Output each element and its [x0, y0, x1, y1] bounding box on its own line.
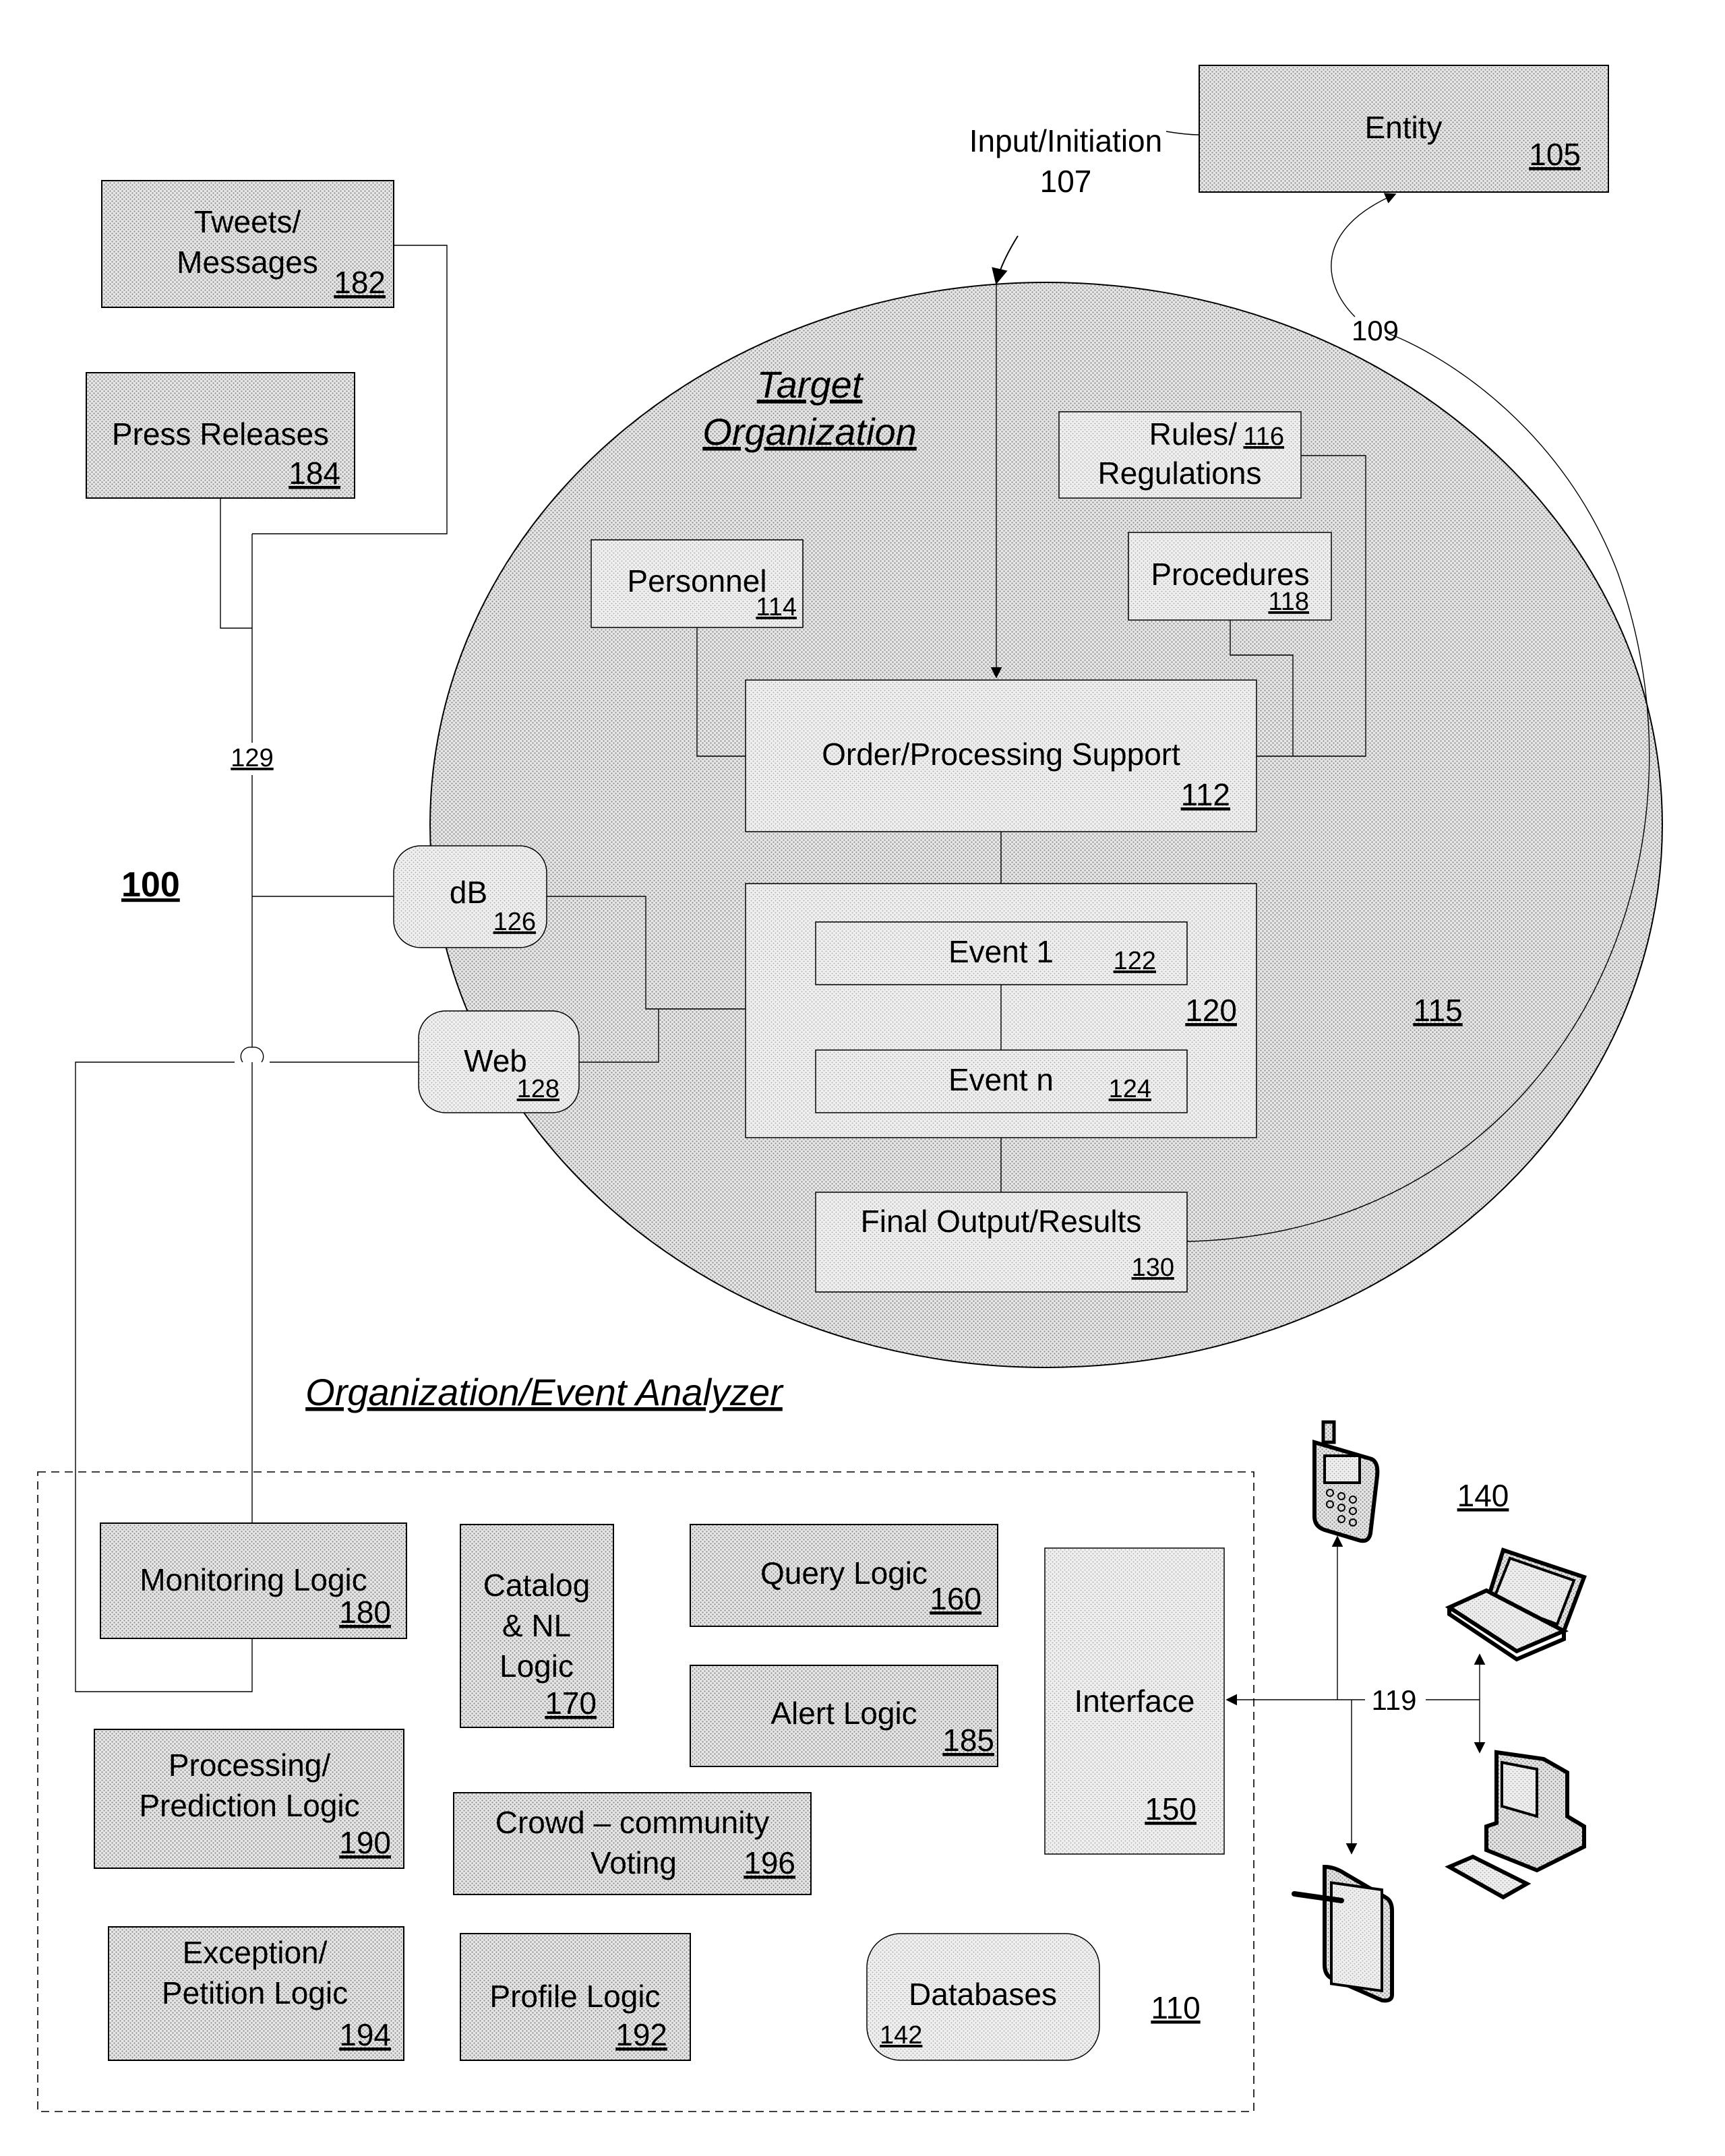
target-title-line1: Target: [757, 363, 864, 406]
monitoring-logic-box[interactable]: Monitoring Logic 180: [100, 1522, 407, 1639]
final-ref: 130: [1132, 1254, 1174, 1282]
tweets-line2: Messages: [177, 245, 318, 280]
event-label: Event 1: [948, 934, 1054, 969]
events-ref: 120: [1185, 993, 1237, 1028]
procedures-label: Procedures: [1151, 557, 1309, 592]
profile-label: Profile Logic: [489, 1979, 660, 2014]
processing-line1: Processing/: [169, 1748, 331, 1783]
interface-label: Interface: [1075, 1684, 1195, 1719]
exception-petition-box[interactable]: Exception/ Petition Logic 194: [108, 1926, 404, 2061]
desktop-computer-icon[interactable]: [1445, 1750, 1586, 1900]
system-diagram: 100 Entity 105 Input/Initiation 107 Targ…: [37, 65, 1663, 2112]
event-label: Event n: [948, 1062, 1054, 1097]
entity-ref: 105: [1529, 137, 1581, 172]
final-label: Final Output/Results: [861, 1204, 1142, 1239]
figure-number: 100: [121, 865, 180, 904]
press-connector: [220, 498, 252, 629]
query-logic-box[interactable]: Query Logic 160: [690, 1524, 998, 1627]
alert-logic-box[interactable]: Alert Logic 185: [690, 1665, 998, 1767]
personnel-label: Personnel: [627, 563, 766, 598]
link-ref: 119: [1372, 1684, 1417, 1716]
personnel-ref: 114: [756, 593, 797, 621]
tablet-icon[interactable]: [1292, 1864, 1394, 2003]
procedures-box[interactable]: Procedures 118: [1128, 532, 1332, 621]
query-ref: 160: [930, 1581, 981, 1616]
analyzer-ref: 110: [1151, 1990, 1200, 2025]
web-node[interactable]: Web 128: [418, 1010, 580, 1113]
profile-ref: 192: [615, 2017, 667, 2052]
db-label: dB: [450, 875, 487, 910]
databases-node[interactable]: Databases 142: [866, 1933, 1100, 2061]
databases-label: Databases: [909, 1977, 1057, 2012]
analyzer-title: Organization/Event Analyzer: [305, 1371, 784, 1413]
exception-line1: Exception/: [183, 1935, 328, 1970]
exception-ref: 194: [339, 2017, 391, 2052]
processing-ref: 190: [339, 1825, 391, 1860]
crowd-line1: Crowd – community: [495, 1805, 769, 1840]
processing-prediction-box[interactable]: Processing/ Prediction Logic 190: [94, 1729, 404, 1869]
input-leader-line: [1166, 131, 1200, 135]
exception-line2: Petition Logic: [162, 1975, 348, 2010]
monitoring-ref: 180: [339, 1595, 391, 1630]
web-ref: 128: [517, 1075, 559, 1103]
event-box[interactable]: Event n 124: [815, 1049, 1188, 1113]
devices-ref: 140: [1457, 1478, 1509, 1513]
tweets-line1: Tweets/: [194, 204, 301, 239]
monitoring-label: Monitoring Logic: [140, 1562, 367, 1597]
order-processing-box[interactable]: Order/Processing Support 112: [745, 679, 1257, 832]
alert-ref: 185: [942, 1723, 994, 1758]
interface-box[interactable]: Interface 150: [1044, 1547, 1225, 1855]
bus-crossover: [251, 1047, 264, 1063]
press-label: Press Releases: [112, 417, 329, 452]
event-ref: 122: [1114, 947, 1156, 975]
target-title-line2: Organization: [702, 410, 917, 453]
press-releases-box[interactable]: Press Releases 184: [86, 372, 355, 499]
catalog-ref: 170: [545, 1686, 597, 1721]
rules-line2: Regulations: [1098, 456, 1262, 491]
mobile-phone-icon[interactable]: [1312, 1420, 1380, 1543]
catalog-nl-logic-box[interactable]: Catalog & NL Logic 170: [460, 1524, 614, 1728]
bus-crossover: [240, 1047, 253, 1063]
input-ref: 107: [1040, 164, 1092, 199]
databases-ref: 142: [880, 2021, 922, 2050]
catalog-line3: Logic: [500, 1649, 574, 1684]
alert-label: Alert Logic: [770, 1696, 917, 1731]
crowd-ref: 196: [744, 1845, 795, 1880]
catalog-line1: Catalog: [483, 1568, 591, 1603]
procedures-ref: 118: [1268, 588, 1309, 616]
query-label: Query Logic: [760, 1556, 928, 1591]
bus-ref: 129: [231, 744, 273, 772]
interface-ref: 150: [1145, 1791, 1197, 1826]
tweets-ref: 182: [334, 265, 386, 300]
order-label: Order/Processing Support: [822, 737, 1180, 772]
entity-label: Entity: [1364, 110, 1442, 145]
input-arrow: [992, 235, 1019, 285]
event-ref: 124: [1109, 1075, 1151, 1103]
catalog-line2: & NL: [502, 1608, 571, 1643]
crowd-line2: Voting: [591, 1845, 677, 1880]
press-ref: 184: [289, 456, 340, 491]
event-box[interactable]: Event 1 122: [815, 921, 1188, 985]
tweets-messages-box[interactable]: Tweets/ Messages 182: [101, 180, 394, 308]
personnel-box[interactable]: Personnel 114: [591, 539, 804, 628]
laptop-icon[interactable]: [1445, 1547, 1587, 1662]
entity-box[interactable]: Entity 105: [1199, 65, 1609, 193]
profile-logic-box[interactable]: Profile Logic 192: [460, 1933, 691, 2061]
input-initiation: Input/Initiation 107: [969, 123, 1200, 285]
db-node[interactable]: dB 126: [393, 845, 547, 948]
db-ref: 126: [493, 908, 536, 936]
final-output-box[interactable]: Final Output/Results 130: [815, 1192, 1188, 1293]
feedback-ref: 109: [1352, 315, 1399, 346]
input-label: Input/Initiation: [969, 123, 1162, 158]
web-label: Web: [464, 1043, 527, 1078]
order-ref: 112: [1181, 777, 1230, 812]
rules-regulations-box[interactable]: Rules/ 116 Regulations: [1058, 411, 1302, 499]
feedback-arrow: [1331, 193, 1397, 317]
rules-line1: Rules/: [1149, 417, 1238, 452]
processing-line2: Prediction Logic: [139, 1788, 359, 1823]
rules-ref: 116: [1243, 423, 1284, 451]
target-org-ref: 115: [1413, 993, 1462, 1028]
crowd-voting-box[interactable]: Crowd – community Voting 196: [453, 1792, 812, 1895]
